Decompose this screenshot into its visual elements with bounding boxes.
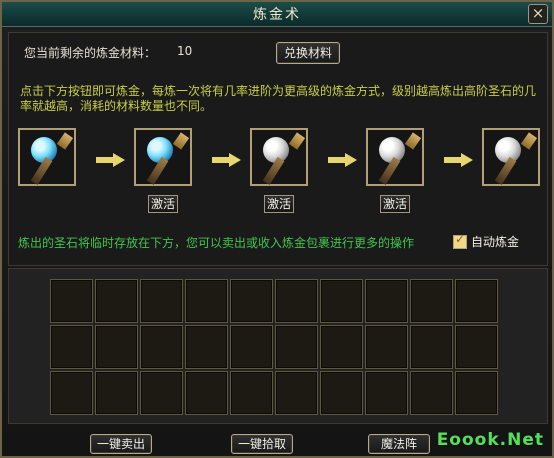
- alchemy-slot-5: [482, 128, 540, 186]
- storage-hint: 炼出的圣石将临时存放在下方，您可以卖出或收入炼金包裹进行更多的操作: [18, 236, 415, 250]
- grid-cell[interactable]: [320, 325, 363, 369]
- storage-grid: [50, 279, 498, 415]
- arrow-icon: [96, 153, 128, 167]
- grid-cell[interactable]: [365, 325, 408, 369]
- magic-array-button[interactable]: 魔法阵: [368, 434, 430, 454]
- alchemy-slot-2: [134, 128, 192, 186]
- grid-cell[interactable]: [140, 371, 183, 415]
- staff-icon: [262, 156, 285, 185]
- grid-cell[interactable]: [410, 279, 453, 323]
- alchemy-slot-4: [366, 128, 424, 186]
- grid-cell[interactable]: [455, 325, 498, 369]
- grid-cell[interactable]: [50, 279, 93, 323]
- alchemy-chain: 激活 激活 激活: [18, 128, 540, 223]
- grid-cell[interactable]: [320, 371, 363, 415]
- ribbon-icon: [56, 132, 74, 150]
- material-label: 您当前剩余的炼金材料：: [24, 46, 157, 60]
- grid-cell[interactable]: [50, 371, 93, 415]
- ribbon-icon: [404, 132, 422, 150]
- alchemy-slot-3: [250, 128, 308, 186]
- grid-cell[interactable]: [275, 279, 318, 323]
- grid-cell[interactable]: [185, 325, 228, 369]
- exchange-materials-button[interactable]: 兑换材料: [276, 42, 340, 64]
- arrow-icon: [212, 153, 244, 167]
- alchemy-window: 炼金术 × 您当前剩余的炼金材料： 10 兑换材料 点击下方按钮即可炼金，每炼一…: [0, 0, 554, 458]
- activate-button[interactable]: 激活: [148, 195, 178, 213]
- grid-cell[interactable]: [410, 325, 453, 369]
- grid-cell[interactable]: [95, 279, 138, 323]
- activate-button[interactable]: 激活: [264, 195, 294, 213]
- grid-cell[interactable]: [95, 325, 138, 369]
- material-count: 10: [177, 44, 193, 58]
- checkbox-icon[interactable]: [453, 232, 467, 249]
- grid-cell[interactable]: [140, 325, 183, 369]
- alchemy-slot-1: [18, 128, 76, 186]
- staff-icon: [146, 156, 169, 185]
- grid-cell[interactable]: [185, 279, 228, 323]
- grid-cell[interactable]: [95, 371, 138, 415]
- grid-cell[interactable]: [230, 371, 273, 415]
- arrow-icon: [444, 153, 476, 167]
- grid-cell[interactable]: [455, 371, 498, 415]
- close-icon[interactable]: ×: [528, 4, 548, 24]
- ribbon-icon: [520, 132, 538, 150]
- window-titlebar: 炼金术 ×: [2, 2, 552, 27]
- ribbon-icon: [288, 132, 306, 150]
- grid-cell[interactable]: [275, 371, 318, 415]
- grid-cell[interactable]: [230, 325, 273, 369]
- grid-cell[interactable]: [50, 325, 93, 369]
- grid-cell[interactable]: [230, 279, 273, 323]
- grid-cell[interactable]: [185, 371, 228, 415]
- grid-cell[interactable]: [410, 371, 453, 415]
- auto-alchemy-toggle[interactable]: 自动炼金: [453, 232, 520, 250]
- sell-all-button[interactable]: 一键卖出: [90, 434, 152, 454]
- auto-alchemy-label: 自动炼金: [471, 235, 520, 249]
- ribbon-icon: [172, 132, 190, 150]
- alchemy-storage-panel: [8, 268, 548, 424]
- grid-cell[interactable]: [320, 279, 363, 323]
- grid-cell[interactable]: [365, 279, 408, 323]
- grid-cell[interactable]: [365, 371, 408, 415]
- alchemy-description: 点击下方按钮即可炼金，每炼一次将有几率进阶为更高级的炼金方式，级别越高炼出高阶圣…: [20, 84, 537, 113]
- pick-all-button[interactable]: 一键拾取: [231, 434, 293, 454]
- activate-button[interactable]: 激活: [380, 195, 410, 213]
- staff-icon: [30, 156, 53, 185]
- watermark: Eoook.Net: [436, 430, 544, 450]
- window-title: 炼金术: [253, 7, 301, 23]
- staff-icon: [378, 156, 401, 185]
- staff-icon: [494, 156, 517, 185]
- grid-cell[interactable]: [140, 279, 183, 323]
- grid-cell[interactable]: [455, 279, 498, 323]
- arrow-icon: [328, 153, 360, 167]
- grid-cell[interactable]: [275, 325, 318, 369]
